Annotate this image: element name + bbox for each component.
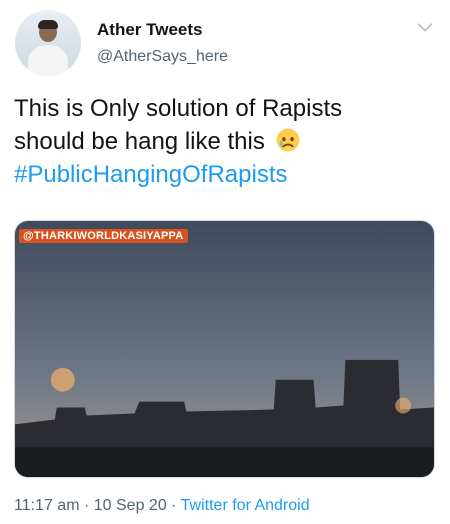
tweet-media[interactable]: @THARKIWORLDKASIYAPPA <box>14 220 435 478</box>
tweet-meta: 11:17 am · 10 Sep 20 · Twitter for Andro… <box>14 497 310 515</box>
chevron-down-icon[interactable] <box>414 16 436 38</box>
sad-face-emoji-icon <box>276 128 299 152</box>
tweet-text-line2: should be hang like this <box>14 128 265 155</box>
meta-separator: · <box>83 497 90 514</box>
tweet-text-line1: This is Only solution of Rapists <box>14 95 343 122</box>
tweet-text: This is Only solution of Rapists should … <box>14 92 438 191</box>
tweet-time[interactable]: 11:17 am <box>14 497 80 514</box>
avatar[interactable] <box>15 10 81 76</box>
tweet-date[interactable]: 10 Sep 20 <box>94 497 167 514</box>
tweet-text-line2-wrap: should be hang like this <box>14 125 438 158</box>
author-handle[interactable]: @AtherSays_here <box>97 48 228 66</box>
media-watermark: @THARKIWORLDKASIYAPPA <box>19 229 189 243</box>
author-name[interactable]: Ather Tweets <box>97 20 203 40</box>
tweet-source-link[interactable]: Twitter for Android <box>181 497 310 514</box>
hashtag-link[interactable]: #PublicHangingOfRapists <box>14 158 438 191</box>
meta-separator: · <box>171 497 177 514</box>
tweet-header: Ather Tweets @AtherSays_here <box>12 10 438 80</box>
media-placeholder <box>15 221 434 477</box>
